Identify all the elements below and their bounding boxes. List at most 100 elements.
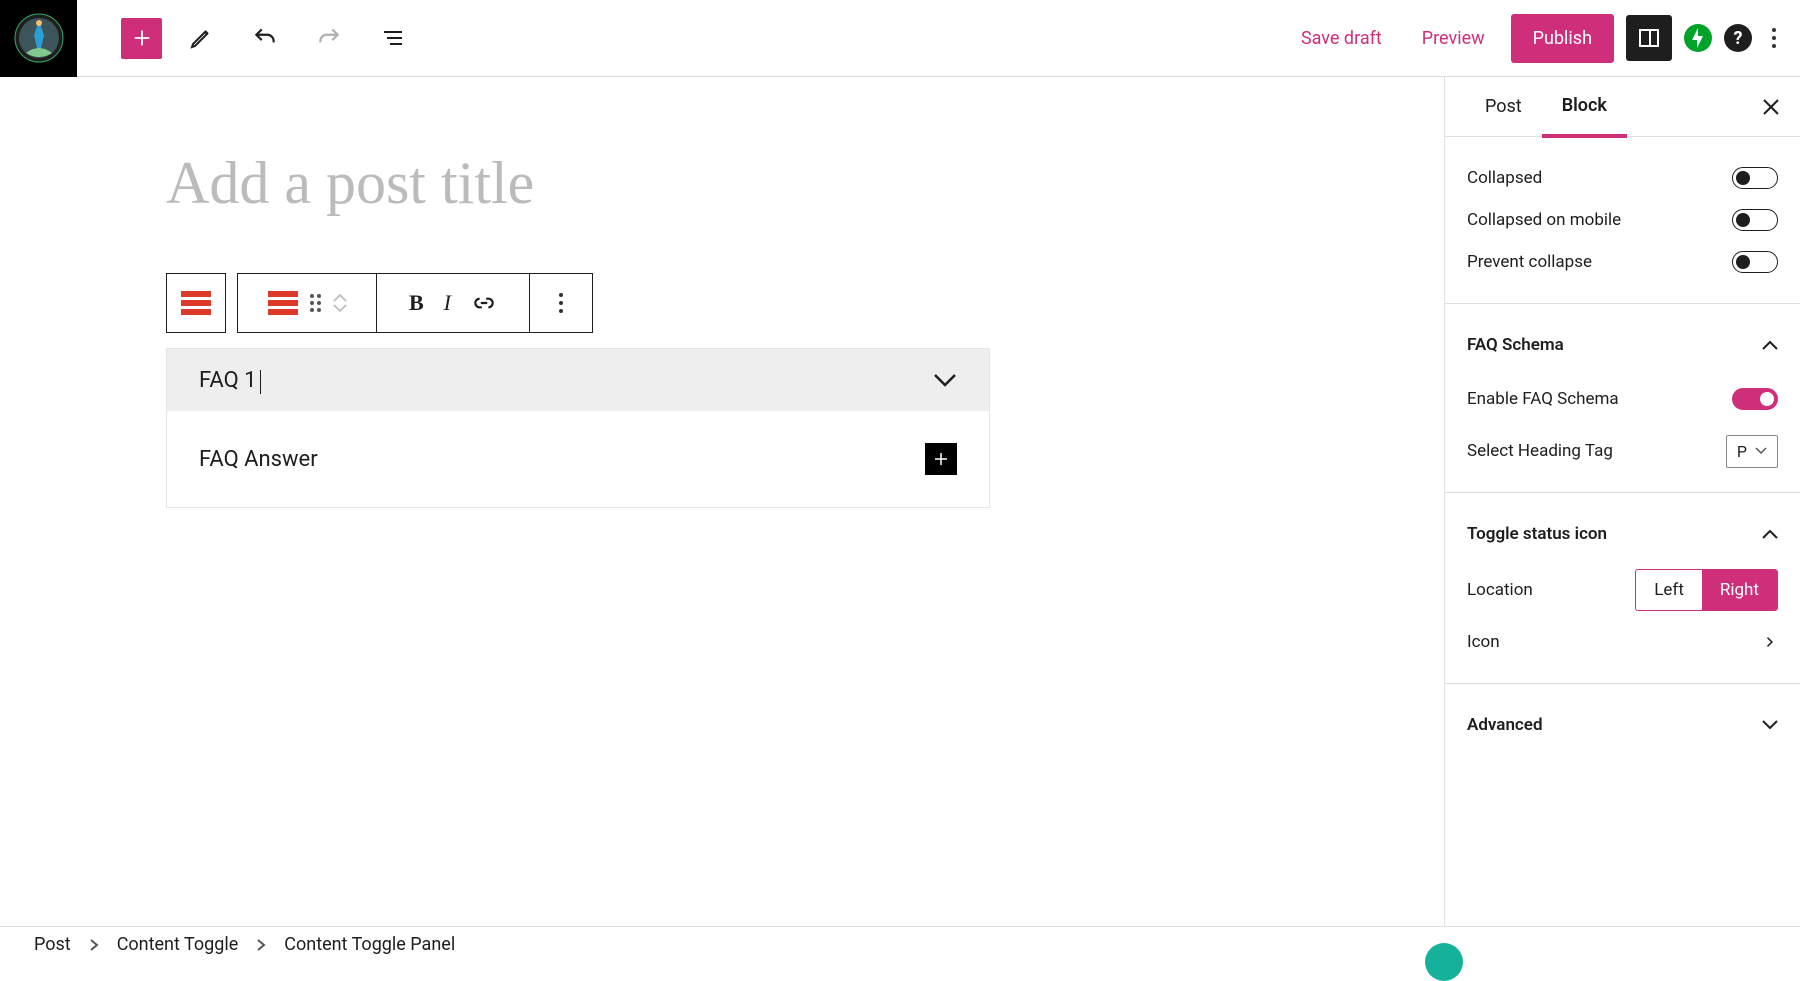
faq-body: FAQ Answer bbox=[167, 411, 989, 507]
collapsed-mobile-label: Collapsed on mobile bbox=[1467, 210, 1621, 230]
link-icon bbox=[471, 290, 497, 316]
edit-button[interactable] bbox=[176, 13, 226, 63]
advanced-title: Advanced bbox=[1467, 715, 1543, 735]
more-options-button[interactable] bbox=[1764, 20, 1784, 56]
collapsed-toggle[interactable] bbox=[1732, 167, 1778, 189]
list-view-button[interactable] bbox=[368, 13, 418, 63]
icon-row[interactable]: Icon bbox=[1467, 621, 1778, 663]
preview-button[interactable]: Preview bbox=[1408, 18, 1499, 59]
faq-schema-heading[interactable]: FAQ Schema bbox=[1467, 324, 1778, 366]
faq-schema-title: FAQ Schema bbox=[1467, 335, 1564, 355]
sidebar-tabs: Post Block bbox=[1445, 77, 1800, 137]
redo-button[interactable] bbox=[304, 13, 354, 63]
breadcrumb-bar: Post Content Toggle Content Toggle Panel bbox=[0, 926, 1800, 962]
chevron-right-icon bbox=[1762, 637, 1778, 647]
settings-sidebar: Post Block Collapsed Collapsed on mobile… bbox=[1444, 77, 1800, 926]
collapsed-row: Collapsed bbox=[1467, 157, 1778, 199]
tab-block[interactable]: Block bbox=[1542, 77, 1627, 138]
pencil-icon bbox=[189, 26, 213, 50]
settings-sidebar-toggle[interactable] bbox=[1626, 15, 1672, 61]
floating-action-button[interactable] bbox=[1425, 943, 1463, 981]
drag-handle[interactable] bbox=[310, 294, 321, 312]
chevron-down-icon bbox=[1762, 720, 1778, 730]
location-left-option[interactable]: Left bbox=[1636, 570, 1702, 610]
topbar-right: Save draft Preview Publish ? bbox=[1287, 14, 1800, 63]
move-buttons[interactable] bbox=[333, 294, 347, 312]
faq-answer-input[interactable]: FAQ Answer bbox=[199, 447, 318, 472]
chevron-up-icon bbox=[333, 294, 347, 302]
faq-title-input[interactable]: FAQ 1 bbox=[199, 368, 257, 393]
sidebar-icon bbox=[1637, 26, 1661, 50]
collapsed-label: Collapsed bbox=[1467, 168, 1542, 188]
faq-schema-section: FAQ Schema Enable FAQ Schema Select Head… bbox=[1445, 304, 1800, 493]
location-row: Location Left Right bbox=[1467, 569, 1778, 611]
add-block-button[interactable] bbox=[121, 18, 162, 59]
chevron-down-icon bbox=[333, 304, 347, 312]
block-more-button[interactable] bbox=[529, 273, 593, 333]
post-title-input[interactable]: Add a post title bbox=[166, 149, 534, 218]
tab-post[interactable]: Post bbox=[1465, 78, 1542, 135]
dot-icon bbox=[1772, 28, 1776, 32]
prevent-collapse-label: Prevent collapse bbox=[1467, 252, 1592, 272]
help-button[interactable]: ? bbox=[1724, 24, 1752, 52]
topbar: Save draft Preview Publish ? bbox=[0, 0, 1800, 77]
prevent-collapse-toggle[interactable] bbox=[1732, 251, 1778, 273]
heading-tag-select[interactable]: P bbox=[1726, 435, 1778, 468]
block-toolbar: B I bbox=[166, 273, 593, 333]
italic-button[interactable]: I bbox=[444, 290, 451, 316]
crumb-separator bbox=[256, 939, 266, 951]
faq-header[interactable]: FAQ 1 bbox=[167, 349, 989, 411]
more-vertical-icon bbox=[559, 293, 563, 313]
toggle-status-heading[interactable]: Toggle status icon bbox=[1467, 513, 1778, 555]
crumb-separator bbox=[89, 939, 99, 951]
crumb-content-toggle-panel[interactable]: Content Toggle Panel bbox=[284, 934, 455, 955]
link-button[interactable] bbox=[471, 290, 497, 316]
toggle-status-section: Toggle status icon Location Left Right I… bbox=[1445, 493, 1800, 684]
advanced-heading[interactable]: Advanced bbox=[1467, 704, 1778, 746]
enable-faq-label: Enable FAQ Schema bbox=[1467, 389, 1619, 409]
jetpack-icon bbox=[1690, 28, 1706, 48]
save-draft-button[interactable]: Save draft bbox=[1287, 18, 1396, 59]
chevron-up-icon bbox=[1762, 340, 1778, 350]
toggle-status-title: Toggle status icon bbox=[1467, 524, 1607, 544]
block-transform-group bbox=[237, 273, 377, 333]
topbar-left bbox=[0, 0, 418, 76]
faq-block: FAQ 1 FAQ Answer bbox=[166, 348, 990, 508]
close-sidebar-button[interactable] bbox=[1762, 98, 1780, 116]
question-icon: ? bbox=[1734, 28, 1743, 49]
list-icon bbox=[381, 26, 405, 50]
chevron-down-icon bbox=[933, 373, 957, 387]
chevron-down-icon bbox=[1755, 447, 1767, 455]
add-block-inline-button[interactable] bbox=[925, 443, 957, 475]
editor-canvas[interactable]: Add a post title B I bbox=[0, 77, 1444, 926]
toggle-settings-section: Collapsed Collapsed on mobile Prevent co… bbox=[1445, 137, 1800, 304]
location-label: Location bbox=[1467, 580, 1533, 600]
collapsed-mobile-toggle[interactable] bbox=[1732, 209, 1778, 231]
parent-block-button[interactable] bbox=[166, 273, 226, 333]
crumb-content-toggle[interactable]: Content Toggle bbox=[117, 934, 239, 955]
undo-button[interactable] bbox=[240, 13, 290, 63]
advanced-section: Advanced bbox=[1445, 684, 1800, 766]
enable-faq-row: Enable FAQ Schema bbox=[1467, 378, 1778, 420]
heading-tag-value: P bbox=[1737, 442, 1747, 461]
faq-toggle-button[interactable] bbox=[933, 373, 957, 387]
bold-button[interactable]: B bbox=[409, 290, 424, 316]
jetpack-button[interactable] bbox=[1684, 24, 1712, 52]
publish-button[interactable]: Publish bbox=[1511, 14, 1614, 63]
prevent-collapse-row: Prevent collapse bbox=[1467, 241, 1778, 283]
redo-icon bbox=[316, 25, 342, 51]
main-area: Add a post title B I bbox=[0, 77, 1800, 926]
chevron-up-icon bbox=[1762, 529, 1778, 539]
enable-faq-toggle[interactable] bbox=[1732, 388, 1778, 410]
heading-tag-label: Select Heading Tag bbox=[1467, 441, 1613, 461]
location-button-group: Left Right bbox=[1635, 569, 1778, 611]
content-toggle-icon bbox=[181, 291, 211, 315]
content-toggle-panel-icon[interactable] bbox=[268, 291, 298, 315]
site-logo[interactable] bbox=[0, 0, 77, 77]
location-right-option[interactable]: Right bbox=[1702, 570, 1777, 610]
plus-icon bbox=[932, 450, 950, 468]
undo-icon bbox=[252, 25, 278, 51]
format-group: B I bbox=[376, 273, 530, 333]
close-icon bbox=[1762, 98, 1780, 116]
crumb-post[interactable]: Post bbox=[34, 934, 71, 955]
